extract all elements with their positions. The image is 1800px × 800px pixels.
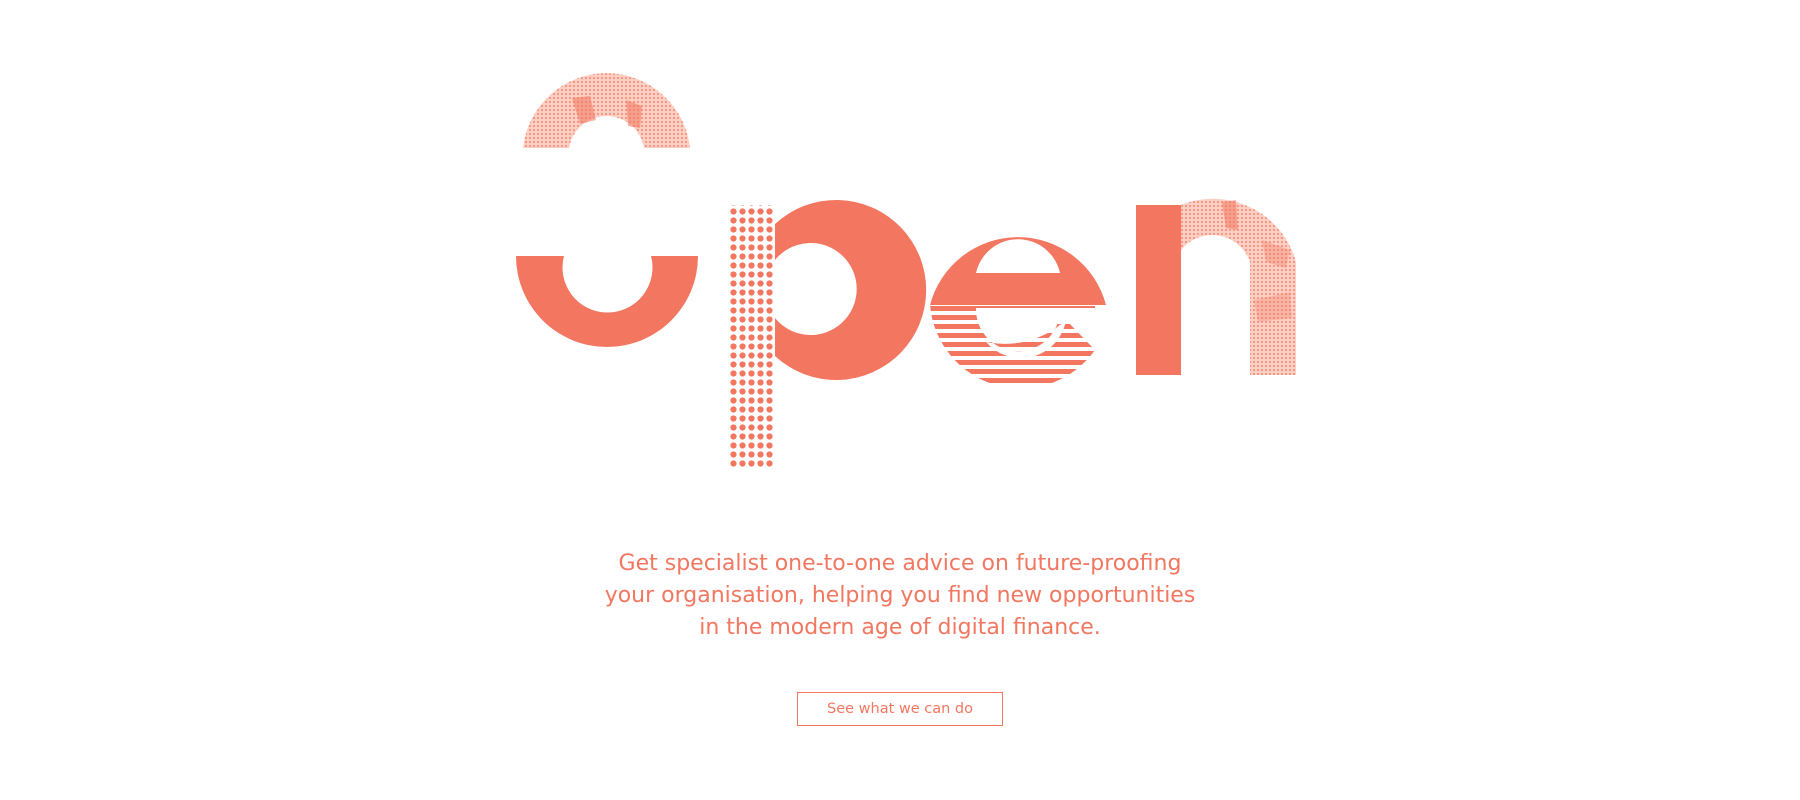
letter-p-bowl xyxy=(775,200,927,381)
letter-p-stem xyxy=(730,205,775,467)
letter-n-stem xyxy=(1136,205,1181,375)
letter-n-arch xyxy=(1181,198,1296,375)
tagline-line-1: Get specialist one-to-one advice on futu… xyxy=(618,551,1182,576)
letter-e-lower-stripes xyxy=(930,305,1095,385)
see-what-we-can-do-button[interactable]: See what we can do xyxy=(797,692,1003,726)
tagline: Get specialist one-to-one advice on futu… xyxy=(450,548,1350,644)
tagline-line-3: in the modern age of digital finance. xyxy=(699,615,1101,640)
letter-o-lower xyxy=(516,256,698,347)
letter-o-top-arc xyxy=(523,73,690,148)
open-wordmark xyxy=(516,73,1296,467)
tagline-line-2: your organisation, helping you find new … xyxy=(604,583,1196,608)
letter-e-upper xyxy=(930,237,1106,305)
